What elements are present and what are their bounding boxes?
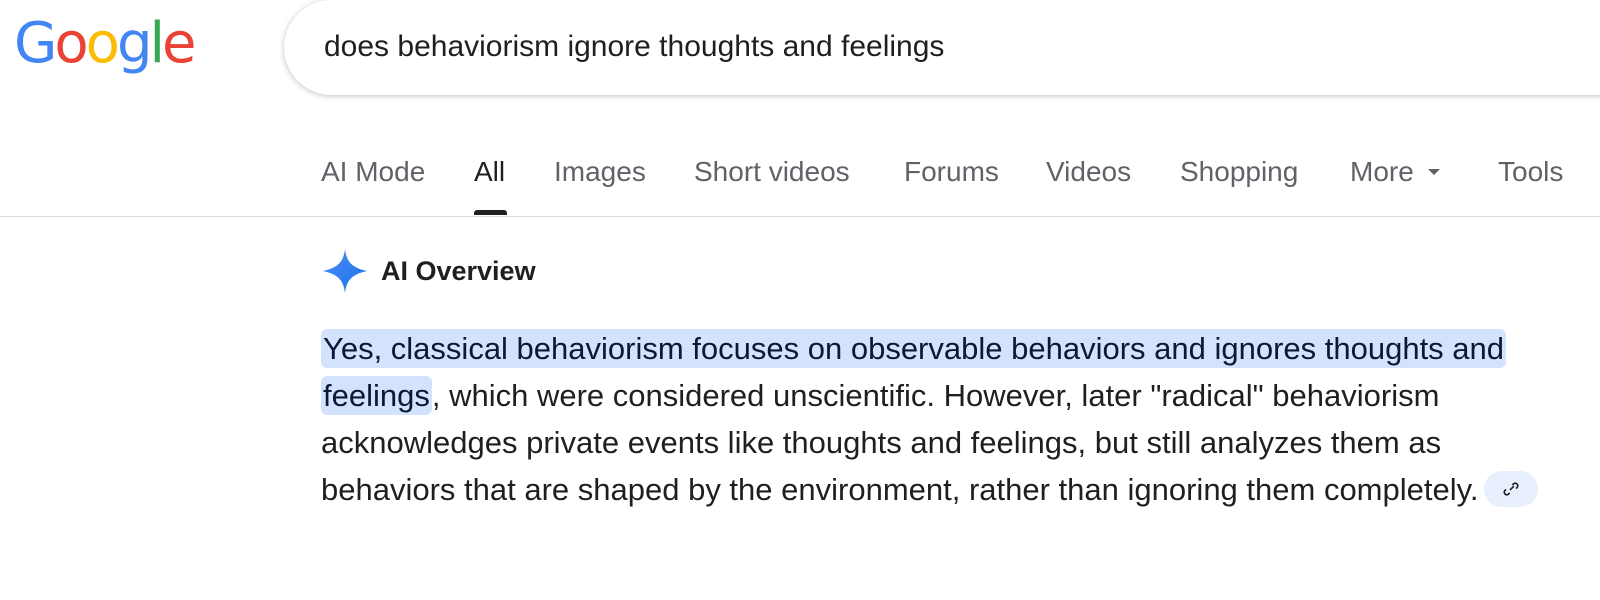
answer-text: , which were considered unscientific. Ho… [321,378,1479,507]
ai-overview-answer: Yes, classical behaviorism focuses on ob… [321,325,1561,513]
logo-letter: g [116,11,153,76]
search-tabs: AI Mode All Images Short videos Forums V… [0,130,1600,217]
tab-tools[interactable]: Tools [1498,156,1563,188]
tab-images[interactable]: Images [554,156,646,188]
logo-letter: G [14,11,57,76]
logo-letter: o [54,11,88,76]
chevron-down-icon [1427,168,1440,175]
gemini-spark-icon [323,249,367,293]
ai-overview-header: AI Overview [321,246,536,296]
search-input[interactable] [324,26,1324,68]
search-box[interactable] [284,0,1600,95]
active-tab-indicator [474,210,507,215]
tab-ai-mode[interactable]: AI Mode [321,156,425,188]
tab-shopping[interactable]: Shopping [1180,156,1298,188]
tab-short-videos[interactable]: Short videos [694,156,850,188]
tab-all[interactable]: All [474,156,505,188]
source-link-chip[interactable] [1484,470,1539,507]
google-logo[interactable]: Google [14,6,197,82]
tab-more[interactable]: More [1350,156,1440,188]
tab-forums[interactable]: Forums [904,156,999,188]
logo-letter: o [85,11,120,76]
link-icon [1503,482,1520,496]
ai-overview-title: AI Overview [381,255,536,286]
logo-letter: e [162,11,196,76]
tab-more-label: More [1350,156,1414,187]
search-results-page: Google AI Mode All Images Short videos F… [0,0,1600,600]
logo-letter: l [149,11,164,76]
tab-videos[interactable]: Videos [1046,156,1131,188]
